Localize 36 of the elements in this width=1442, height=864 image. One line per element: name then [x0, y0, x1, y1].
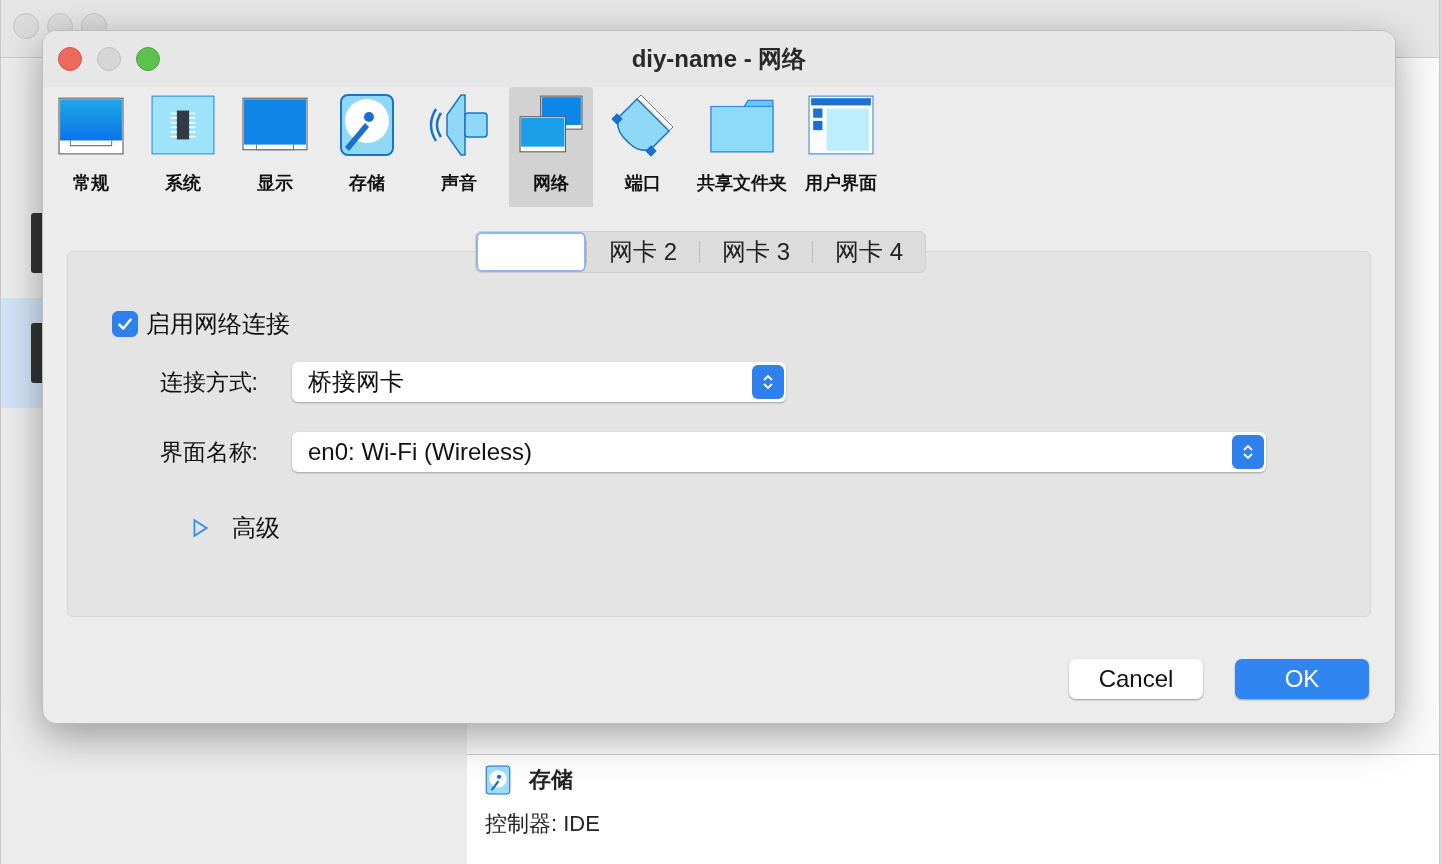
stepper-icon	[752, 365, 784, 399]
close-button[interactable]	[58, 47, 82, 71]
field-label: 连接方式:	[158, 367, 259, 397]
window-button-icon	[13, 13, 39, 39]
disclosure-label: 高级	[232, 513, 280, 543]
section-title: 存储	[529, 766, 573, 794]
minimize-button[interactable]	[97, 47, 121, 71]
category-tab[interactable]: 显示	[233, 87, 317, 207]
zoom-button[interactable]	[136, 47, 160, 71]
checkbox[interactable]	[112, 311, 138, 337]
adapter-tab[interactable]: 网卡 2	[587, 232, 699, 272]
adapter-tab[interactable]	[476, 232, 586, 272]
category-tab[interactable]: 网络	[509, 87, 593, 207]
field-label: 界面名称:	[158, 437, 259, 467]
detail-text: 控制器: IDE	[485, 810, 601, 838]
dropdown[interactable]: 桥接网卡	[292, 362, 786, 402]
collapsed-triangle-icon[interactable]	[192, 518, 208, 538]
checkmark-icon	[116, 315, 134, 333]
category-tab[interactable]: 端口	[601, 87, 685, 207]
category-tab[interactable]: 用户界面	[799, 87, 883, 207]
chip-icon	[150, 93, 216, 157]
category-tab[interactable]: 常规	[49, 87, 133, 207]
stepper-icon	[1232, 435, 1264, 469]
dropdown[interactable]: en0: Wi-Fi (Wireless)	[292, 432, 1266, 472]
category-tab[interactable]: 系统	[141, 87, 225, 207]
category-tab[interactable]: 共享文件夹	[693, 87, 791, 207]
adapter-tab[interactable]: 网卡 3	[700, 232, 813, 272]
window-layout-icon	[808, 93, 874, 157]
checkbox-label: 启用网络连接	[146, 309, 290, 339]
category-tab[interactable]: 声音	[417, 87, 501, 207]
cancel-button[interactable]: Cancel	[1069, 659, 1203, 699]
serial-port-icon	[610, 93, 676, 157]
ok-button[interactable]: OK	[1235, 659, 1369, 699]
window-title: diy-name - 网络	[631, 44, 807, 74]
adapter-tab[interactable]: 网卡 4	[813, 232, 926, 272]
category-tab[interactable]: 存储	[325, 87, 409, 207]
